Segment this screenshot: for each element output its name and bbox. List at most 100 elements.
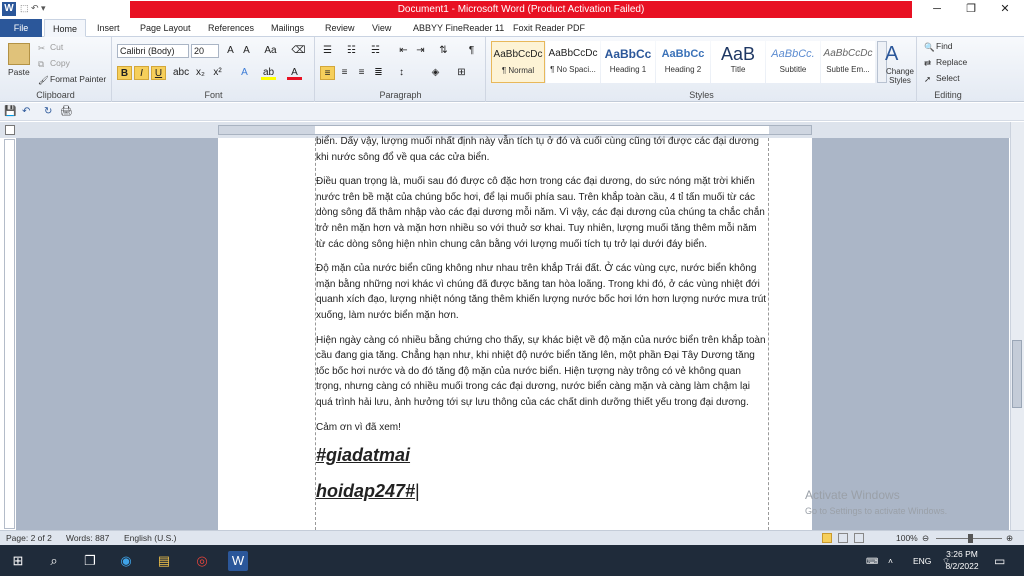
bullets-icon[interactable]: ☰: [320, 44, 335, 58]
tab-file[interactable]: File: [0, 19, 42, 37]
print-preview-icon[interactable]: 🖨: [60, 106, 73, 117]
save-icon[interactable]: 💾: [4, 106, 16, 117]
align-center-icon[interactable]: ≡: [337, 66, 352, 80]
chevron-up-icon[interactable]: ˄: [888, 556, 893, 566]
borders-icon[interactable]: ⊞: [454, 66, 469, 80]
tab-insert[interactable]: Insert: [89, 19, 128, 37]
search-icon[interactable]: ⌕: [44, 551, 64, 571]
full-screen-icon[interactable]: [838, 533, 848, 543]
clear-format-icon[interactable]: ⌫: [291, 44, 306, 58]
edge-icon[interactable]: ◉: [116, 551, 136, 571]
web-layout-icon[interactable]: [854, 533, 864, 543]
decrease-indent-icon[interactable]: ⇤: [396, 44, 411, 58]
style-no-spacing[interactable]: AaBbCcDc ¶ No Spaci...: [546, 41, 600, 83]
paragraph-group: ☰ ☷ ☵ ⇤ ⇥ ⇅ ¶ ≡ ≡ ≡ ≣ ↕ ◈ ⊞ Paragraph: [316, 37, 486, 102]
subscript-button[interactable]: x₂: [193, 66, 208, 80]
keyboard-icon[interactable]: ⌨: [866, 556, 878, 567]
strikethrough-button[interactable]: abc: [173, 66, 189, 80]
font-color-button[interactable]: A: [287, 66, 302, 80]
status-bar: Page: 2 of 2 Words: 887 English (U.S.) 1…: [0, 530, 1024, 545]
chrome-icon[interactable]: ◎: [192, 551, 212, 571]
highlight-button[interactable]: ab: [261, 66, 276, 80]
format-painter-button[interactable]: 🖌Format Painter: [38, 74, 106, 85]
vertical-scrollbar[interactable]: [1010, 122, 1024, 530]
justify-icon[interactable]: ≣: [371, 66, 386, 80]
find-button[interactable]: 🔍Find: [924, 41, 953, 52]
grow-font-button[interactable]: A: [223, 44, 238, 58]
tab-abbyy[interactable]: ABBYY FineReader 11: [405, 19, 512, 37]
line-spacing-icon[interactable]: ↕: [394, 66, 409, 80]
zoom-slider-handle[interactable]: [968, 534, 973, 543]
copy-button[interactable]: ⧉ Copy: [38, 58, 70, 69]
clock-time[interactable]: 3:26 PM: [944, 549, 980, 559]
bold-button[interactable]: B: [117, 66, 132, 80]
text-effects-button[interactable]: A: [237, 66, 252, 80]
style-heading-2[interactable]: AaBbCc Heading 2: [656, 41, 710, 83]
style-subtitle[interactable]: AaBbCc. Subtitle: [766, 41, 820, 83]
document-body[interactable]: biển. Dấy vậy, lượng muối nhất định này …: [316, 136, 768, 502]
start-icon[interactable]: ⊞: [8, 551, 28, 571]
cut-label: Cut: [50, 42, 64, 52]
page-count[interactable]: Page: 2 of 2: [6, 531, 52, 545]
tab-references[interactable]: References: [200, 19, 262, 37]
file-explorer-icon[interactable]: ▤: [154, 551, 174, 571]
find-label: Find: [936, 41, 953, 51]
style-title[interactable]: AaB Title: [711, 41, 765, 83]
superscript-button[interactable]: x²: [210, 66, 225, 80]
tab-mailings[interactable]: Mailings: [263, 19, 312, 37]
language-status[interactable]: English (U.S.): [124, 531, 176, 545]
clock-date[interactable]: 8/2/2022: [944, 561, 980, 571]
activate-windows-hint: Go to Settings to activate Windows.: [805, 506, 948, 516]
quick-access-toolbar: 💾 ↶ ↻ 🖨: [0, 103, 1024, 121]
multilevel-list-icon[interactable]: ☵: [368, 44, 383, 58]
tab-page-layout[interactable]: Page Layout: [132, 19, 199, 37]
replace-button[interactable]: ⇄ Replace: [924, 57, 967, 68]
word-taskbar-icon[interactable]: W: [228, 551, 248, 571]
cut-button[interactable]: ✂ Cut: [38, 42, 63, 53]
change-styles-button[interactable]: Change Styles: [883, 67, 917, 85]
style-preview: AaBbCc: [661, 48, 705, 60]
word-logo-icon[interactable]: W: [2, 2, 16, 16]
tab-review[interactable]: Review: [317, 19, 363, 37]
notification-icon[interactable]: ▭: [994, 554, 1005, 568]
minimize-button[interactable]: ─: [920, 0, 954, 19]
show-marks-icon[interactable]: ¶: [464, 44, 479, 58]
increase-indent-icon[interactable]: ⇥: [413, 44, 428, 58]
font-name-combo[interactable]: Calibri (Body): [117, 44, 189, 58]
word-count[interactable]: Words: 887: [66, 531, 109, 545]
windows-taskbar: ⊞ ⌕ ❐ ◉ ▤ ◎ W ⌨ ˄ ENG ⌔ 3:26 PM 8/2/2022…: [0, 545, 1024, 576]
zoom-level[interactable]: 100%: [896, 531, 918, 545]
align-right-icon[interactable]: ≡: [354, 66, 369, 80]
italic-button[interactable]: I: [134, 66, 149, 80]
paragraph: biển. Dấy vậy, lượng muối nhất định này …: [316, 136, 759, 163]
font-size-combo[interactable]: 20: [191, 44, 219, 58]
shrink-font-button[interactable]: A: [239, 44, 254, 58]
restore-button[interactable]: ❐: [954, 0, 988, 19]
scrollbar-thumb[interactable]: [1012, 340, 1022, 408]
title-quick-access[interactable]: ⬚ ↶ ▾: [20, 3, 46, 14]
select-button[interactable]: ➚ Select: [924, 73, 960, 84]
print-layout-icon[interactable]: [822, 533, 832, 543]
style-subtle-emphasis[interactable]: AaBbCcDc Subtle Em...: [821, 41, 875, 83]
tab-selector-icon[interactable]: [5, 125, 15, 135]
shading-icon[interactable]: ◈: [428, 66, 443, 80]
zoom-in-icon[interactable]: ⊕: [1006, 531, 1013, 545]
sort-icon[interactable]: ⇅: [436, 44, 451, 58]
numbering-icon[interactable]: ☷: [344, 44, 359, 58]
style-normal[interactable]: AaBbCcDc ¶ Normal: [491, 41, 545, 83]
undo-icon[interactable]: ↶: [22, 106, 30, 117]
redo-icon[interactable]: ↻: [44, 106, 52, 117]
style-heading-1[interactable]: AaBbCc Heading 1: [601, 41, 655, 83]
task-view-icon[interactable]: ❐: [80, 551, 100, 571]
underline-button[interactable]: U: [151, 66, 166, 80]
tab-view[interactable]: View: [364, 19, 399, 37]
language-indicator[interactable]: ENG: [913, 556, 931, 566]
align-left-icon[interactable]: ≡: [320, 66, 335, 80]
tab-home[interactable]: Home: [44, 19, 87, 37]
paste-button[interactable]: Paste: [8, 67, 30, 77]
zoom-out-icon[interactable]: ⊖: [922, 531, 929, 545]
close-button[interactable]: ✕: [988, 0, 1022, 19]
change-case-button[interactable]: Aa: [263, 44, 278, 58]
vertical-ruler[interactable]: [4, 139, 15, 529]
tab-foxit[interactable]: Foxit Reader PDF: [505, 19, 593, 37]
